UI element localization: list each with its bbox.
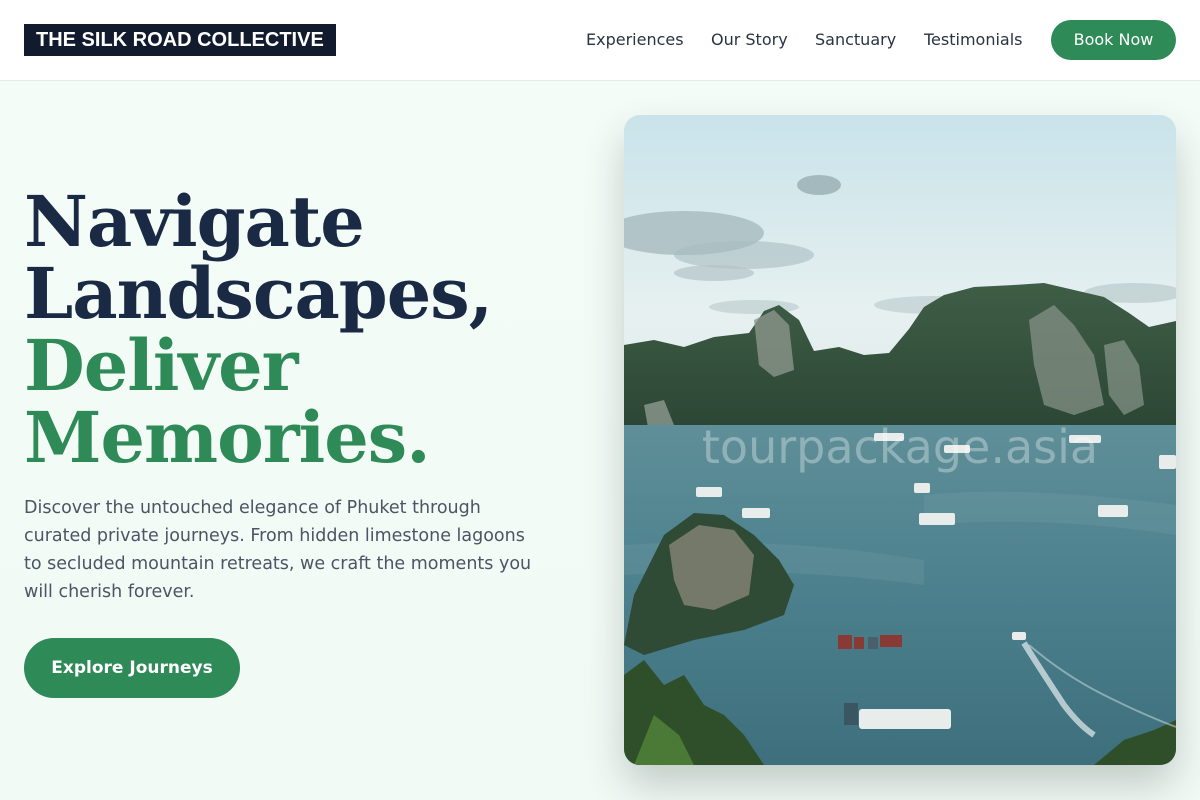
image-watermark: tourpackage.asia: [701, 420, 1099, 474]
book-now-button[interactable]: Book Now: [1051, 20, 1176, 60]
nav-link-our-story[interactable]: Our Story: [711, 29, 788, 51]
headline-line-1: Navigate: [24, 180, 365, 263]
nav-link-testimonials[interactable]: Testimonials: [924, 29, 1023, 51]
headline-line-3: Deliver: [24, 324, 299, 407]
headline-line-2: Landscapes,: [24, 252, 493, 335]
headline-line-4: Memories.: [24, 396, 431, 479]
nav-link-sanctuary[interactable]: Sanctuary: [815, 29, 896, 51]
main-nav: Experiences Our Story Sanctuary Testimon…: [0, 0, 1200, 80]
nav-link-experiences[interactable]: Experiences: [586, 29, 684, 51]
site-header: THE SILK ROAD COLLECTIVE Experiences Our…: [0, 0, 1200, 81]
hero-image: tourpackage.asia: [624, 115, 1176, 765]
hero-description: Discover the untouched elegance of Phuke…: [24, 498, 532, 602]
explore-journeys-button[interactable]: Explore Journeys: [24, 638, 240, 698]
hero-headline: Navigate Landscapes, Deliver Memories.: [24, 186, 584, 474]
